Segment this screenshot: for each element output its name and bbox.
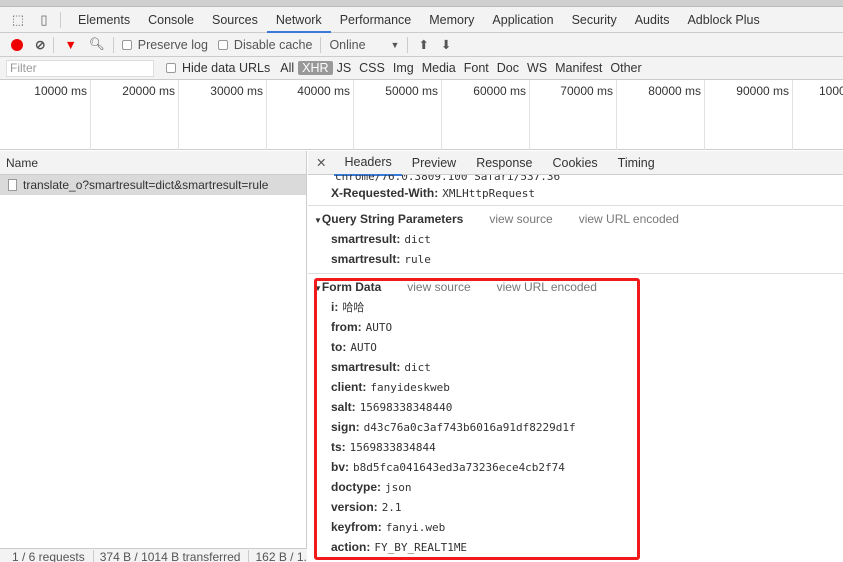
timeline-tick: 20000 ms <box>91 80 179 150</box>
search-icon[interactable]: 🔍︎ <box>89 37 105 52</box>
filter-doc[interactable]: Doc <box>493 61 523 75</box>
throttling-select[interactable]: Online ▼ <box>329 38 399 52</box>
device-toolbar-icon[interactable]: ▯ <box>36 12 52 28</box>
network-toolbar: ⊘ ▼ 🔍︎ Preserve log Disable cache Online… <box>0 33 843 57</box>
timeline-tick: 60000 ms <box>442 80 530 150</box>
tab-sources[interactable]: Sources <box>203 7 267 33</box>
param-row: smartresult: dict <box>331 232 431 246</box>
timeline-tick: 50000 ms <box>354 80 442 150</box>
details-tabbar: ✕ Headers Preview Response Cookies Timin… <box>308 151 843 176</box>
tab-elements[interactable]: Elements <box>69 7 139 33</box>
status-bar: 1 / 6 requests 374 B / 1014 B transferred… <box>0 548 307 562</box>
timeline-tick: 90000 ms <box>705 80 793 150</box>
highlight-box <box>314 278 640 560</box>
tab-headers[interactable]: Headers <box>334 151 402 176</box>
file-icon <box>8 179 17 191</box>
tab-audits[interactable]: Audits <box>626 7 679 33</box>
filter-font[interactable]: Font <box>460 61 493 75</box>
filter-css[interactable]: CSS <box>355 61 389 75</box>
filter-other[interactable]: Other <box>606 61 645 75</box>
filter-js[interactable]: JS <box>333 61 356 75</box>
tab-security[interactable]: Security <box>563 7 626 33</box>
tab-console[interactable]: Console <box>139 7 203 33</box>
expand-triangle-icon[interactable]: ▼ <box>314 216 322 225</box>
header-row: X-Requested-With: XMLHttpRequest <box>331 186 535 200</box>
user-agent-cut-line: chrome/76.0.3809.100 Safari/537.36 <box>335 175 561 183</box>
tab-adblock-plus[interactable]: Adblock Plus <box>678 7 768 33</box>
inspect-element-icon[interactable]: ⬚ <box>10 12 26 28</box>
tab-response[interactable]: Response <box>466 151 542 175</box>
view-source-link[interactable]: view source <box>489 212 552 226</box>
hide-data-urls-checkbox[interactable]: Hide data URLs <box>166 61 270 75</box>
query-string-section: ▼Query String Parameters view source view … <box>308 205 843 269</box>
close-icon[interactable]: ✕ <box>316 155 326 170</box>
filter-media[interactable]: Media <box>418 61 460 75</box>
request-list: Name translate_o?smartresult=dict&smartr… <box>0 151 307 548</box>
preserve-log-checkbox[interactable]: Preserve log <box>121 38 208 52</box>
filter-xhr[interactable]: XHR <box>298 61 333 75</box>
timeline-tick: 1000 <box>819 84 843 98</box>
disable-cache-checkbox[interactable]: Disable cache <box>217 38 312 52</box>
filter-ws[interactable]: WS <box>523 61 551 75</box>
tab-application[interactable]: Application <box>483 7 562 33</box>
tab-network[interactable]: Network <box>266 7 331 33</box>
filter-manifest[interactable]: Manifest <box>551 61 606 75</box>
filter-bar: Filter Hide data URLs All XHR JS CSS Img… <box>0 57 843 80</box>
timeline-overview[interactable]: 10000 ms 20000 ms 30000 ms 40000 ms 5000… <box>0 80 843 150</box>
query-string-title[interactable]: Query String Parameters <box>322 212 463 226</box>
tab-timing[interactable]: Timing <box>608 151 665 175</box>
tab-preview[interactable]: Preview <box>402 151 466 175</box>
import-har-icon[interactable]: ⬆ <box>418 37 428 52</box>
timeline-tick: 70000 ms <box>530 80 617 150</box>
tab-memory[interactable]: Memory <box>420 7 483 33</box>
filter-all[interactable]: All <box>276 61 298 75</box>
timeline-tick: 10000 ms <box>0 80 91 150</box>
tab-cookies[interactable]: Cookies <box>543 151 608 175</box>
timeline-tick: 40000 ms <box>267 80 354 150</box>
devtools-tabbar: ⬚ ▯ Elements Console Sources Network Per… <box>0 7 843 33</box>
name-column-header[interactable]: Name <box>0 151 306 175</box>
filter-icon[interactable]: ▼ <box>64 38 76 52</box>
dropdown-arrow-icon: ▼ <box>390 39 400 50</box>
record-icon[interactable] <box>11 38 23 51</box>
view-url-encoded-link[interactable]: view URL encoded <box>579 212 679 226</box>
filter-input[interactable]: Filter <box>6 59 154 77</box>
request-row[interactable]: translate_o?smartresult=dict&smartresult… <box>0 175 306 195</box>
tab-performance[interactable]: Performance <box>331 7 421 33</box>
export-har-icon[interactable]: ⬇ <box>441 37 451 52</box>
clear-icon[interactable]: ⊘ <box>35 37 45 52</box>
timeline-tick: 30000 ms <box>179 80 267 150</box>
timeline-tick: 80000 ms <box>617 80 705 150</box>
filter-img[interactable]: Img <box>389 61 418 75</box>
param-row: smartresult: rule <box>331 252 431 266</box>
